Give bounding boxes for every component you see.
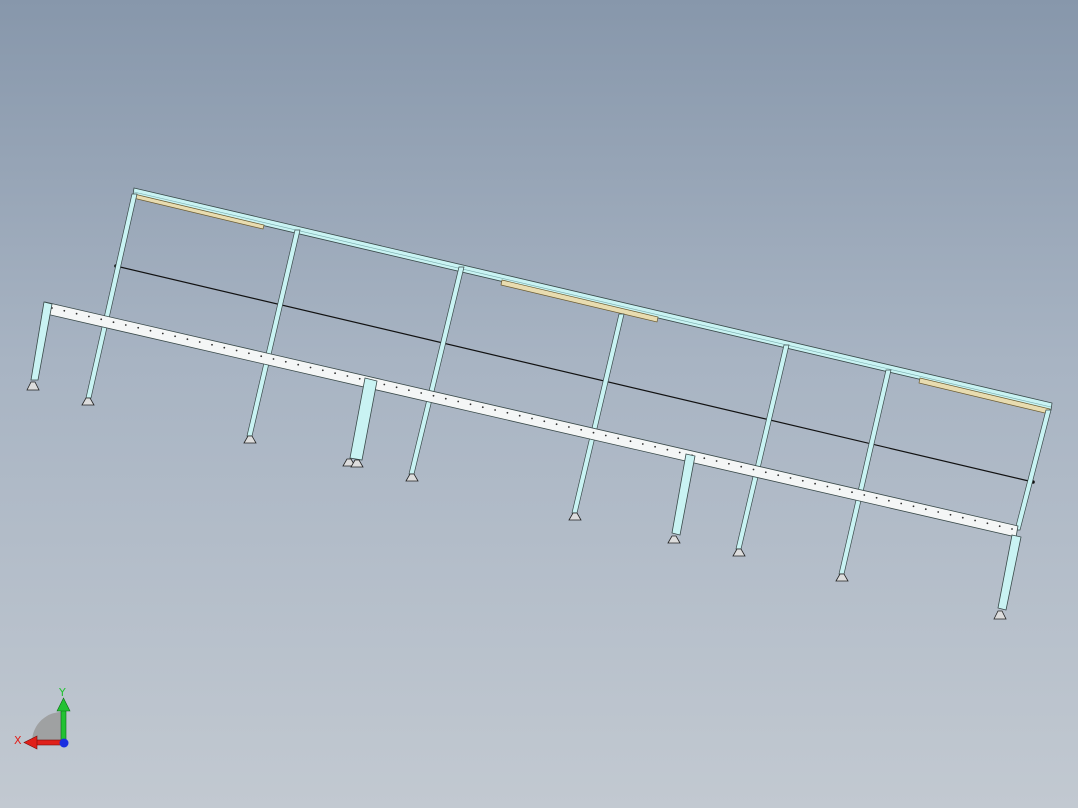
rail-hole (531, 417, 533, 420)
rail-hole (740, 465, 743, 468)
rail-hole (260, 355, 263, 358)
rail-hole (580, 428, 583, 431)
rail-hole (383, 383, 386, 386)
support-legs[interactable] (30, 301, 1022, 611)
rail-hole (112, 321, 115, 324)
rail-hole (444, 397, 447, 400)
rail-hole (703, 457, 706, 460)
top-panel-left[interactable] (132, 193, 265, 230)
rail-hole (838, 488, 841, 491)
rail-hole (334, 372, 336, 375)
rail-hole (912, 505, 915, 508)
orientation-triad[interactable]: Y X (10, 684, 80, 754)
lower-rail[interactable] (41, 301, 1019, 538)
rail-hole (568, 426, 570, 428)
rail-hole (63, 309, 66, 312)
top-panel-right[interactable] (918, 377, 1051, 415)
rail-hole (88, 315, 90, 318)
rail-hole (888, 499, 890, 502)
rail-hole (75, 312, 78, 315)
rail-hole (715, 460, 718, 462)
rail-hole (961, 516, 964, 519)
rail-hole (654, 445, 656, 448)
rail-hole (604, 434, 607, 437)
top-panel-middle[interactable] (500, 279, 659, 323)
rail-hole (321, 369, 324, 372)
rail-hole (481, 406, 484, 409)
rail-hole (777, 474, 780, 477)
rail-hole (408, 389, 410, 392)
rail-hole (592, 431, 595, 434)
rail-hole (949, 513, 952, 516)
cad-model-frame[interactable] (0, 0, 1078, 808)
rail-hole (124, 324, 127, 326)
rail-hole (248, 352, 250, 355)
rail-hole (629, 440, 632, 443)
rail-hole (814, 482, 816, 485)
rail-hole (974, 519, 976, 522)
rail-hole (1011, 528, 1013, 530)
x-axis-label: X (14, 734, 22, 747)
rail-hole (506, 411, 509, 414)
rail-hole (666, 448, 669, 451)
rail-hole (309, 366, 312, 369)
rail-hole (469, 403, 472, 406)
rail-hole (235, 349, 238, 352)
top-beam[interactable] (132, 187, 1053, 411)
rail-hole (937, 511, 940, 513)
rail-hole (863, 494, 866, 496)
rail-hole (875, 496, 878, 499)
rail-hole (752, 468, 755, 471)
y-axis-label: Y (58, 686, 66, 699)
rail-hole (789, 477, 792, 479)
rail-hole (284, 360, 287, 363)
rail-hole (924, 508, 927, 511)
rail-hole (100, 318, 103, 321)
rail-hole (272, 358, 275, 360)
rail-hole (161, 332, 164, 335)
rail-hole (223, 346, 226, 349)
rail-hole (149, 329, 152, 332)
rail-hole (420, 392, 423, 394)
rail-hole (457, 400, 460, 403)
rail-hole (137, 326, 140, 329)
columns[interactable] (85, 193, 1052, 575)
rail-hole (641, 443, 644, 445)
rail-hole (728, 462, 730, 465)
rail-hole (346, 375, 349, 377)
rail-hole (986, 522, 989, 525)
z-axis-dot-icon (59, 738, 69, 748)
rail-hole (358, 377, 361, 380)
rail-hole (801, 479, 804, 482)
rail-hole (297, 363, 300, 366)
rail-hole (764, 471, 767, 474)
rail-hole (494, 409, 496, 411)
rail-hole (432, 394, 435, 397)
graphics-viewport[interactable]: Y X (0, 0, 1078, 808)
rail-hole (198, 341, 201, 343)
rail-hole (211, 343, 213, 346)
rail-hole (186, 338, 189, 341)
rail-hole (998, 525, 1001, 528)
rail-hole (543, 420, 546, 423)
rail-hole (678, 451, 681, 454)
rail-hole (174, 335, 177, 338)
rail-hole (900, 502, 903, 505)
rail-hole (826, 485, 829, 488)
rail-hole (518, 414, 521, 417)
rail-hole (617, 437, 620, 440)
rail-hole (395, 386, 398, 389)
rail-hole (851, 491, 853, 494)
rail-hole (555, 423, 558, 426)
